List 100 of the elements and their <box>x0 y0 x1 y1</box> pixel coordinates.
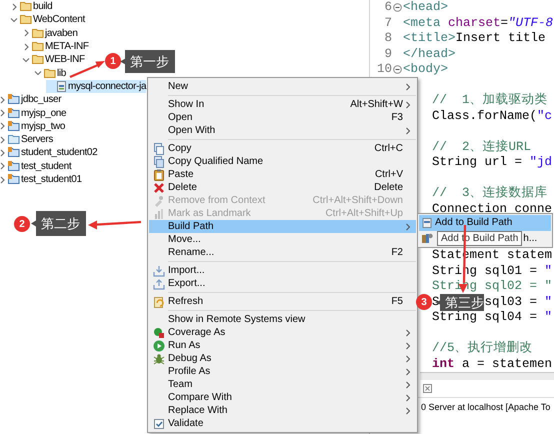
tree-item[interactable]: META-INF <box>22 40 89 54</box>
tree-item[interactable]: build <box>10 0 52 14</box>
menu-item[interactable]: Compare With <box>149 391 416 404</box>
menu-item[interactable]: Rename... F2 <box>149 246 416 259</box>
arrow <box>88 220 142 230</box>
tree-item[interactable]: myjsp_one <box>0 106 66 120</box>
menu-item[interactable]: Export... <box>149 277 416 290</box>
project-icon <box>8 174 20 185</box>
bars-icon <box>152 208 164 220</box>
code-line: //5、执行增删改 <box>432 341 533 356</box>
tree-item[interactable]: javaben <box>22 26 78 40</box>
code-line: Class.forName("c <box>432 108 552 124</box>
shortcut-label: Ctrl+Alt+Shift+Down <box>312 194 403 207</box>
chevron-right-icon[interactable] <box>0 136 6 144</box>
chevron-right-icon[interactable] <box>22 29 30 38</box>
chevron-down-icon[interactable] <box>22 56 30 64</box>
tree-item[interactable]: Servers <box>0 132 54 146</box>
folder-icon <box>20 14 32 26</box>
tree-item[interactable]: lib <box>34 66 66 80</box>
code-line: String url = "jd <box>432 155 552 170</box>
check-icon <box>152 418 164 430</box>
shortcut-label: Alt+Shift+W <box>350 98 403 111</box>
menu-item[interactable]: Build Path <box>149 220 416 233</box>
menu-item[interactable]: Validate <box>149 417 416 430</box>
chevron-right-icon[interactable] <box>10 2 18 11</box>
folder-icon <box>32 28 44 39</box>
tree-item[interactable]: myjsp_two <box>0 120 66 133</box>
jar-icon <box>421 216 433 229</box>
menu-item[interactable]: Copy Ctrl+C <box>149 142 416 155</box>
chevron-right-icon[interactable] <box>22 42 30 51</box>
menu-item[interactable]: Refresh F5 <box>149 295 416 308</box>
code-line: // 1、加载驱动类 <box>432 93 548 108</box>
coverage-icon <box>152 326 164 338</box>
menu-item[interactable]: Copy Qualified Name <box>149 155 416 168</box>
tree-item[interactable]: jdbc_user <box>0 93 62 106</box>
menu-item[interactable]: New <box>149 80 416 93</box>
fold-icon[interactable] <box>393 3 402 12</box>
menu-item[interactable]: Run As <box>149 339 416 352</box>
menu-item[interactable]: Show In Alt+Shift+W <box>149 98 416 111</box>
chevron-down-icon[interactable] <box>10 16 18 24</box>
menu-item[interactable]: Import... <box>149 264 416 277</box>
code-line: <title>Insert title <box>403 31 546 46</box>
chevron-right-icon[interactable] <box>0 176 6 184</box>
shortcut-label: Ctrl+Alt+Shift+Up <box>325 207 403 220</box>
chevron-down-icon[interactable] <box>34 69 42 78</box>
import-icon <box>152 264 164 276</box>
menu-item[interactable]: Delete Delete <box>149 181 416 194</box>
menu-item[interactable]: Move... <box>149 233 416 246</box>
chevron-right-icon[interactable] <box>0 162 6 170</box>
menu-item[interactable]: Coverage As <box>149 326 416 339</box>
tree-item[interactable]: test_student01 <box>0 172 82 186</box>
jar-icon <box>56 80 67 92</box>
code-line: String sql04 = " <box>432 310 552 326</box>
menu-item[interactable]: Paste Ctrl+V <box>149 168 416 181</box>
folder-icon <box>32 41 44 52</box>
chevron-right-icon[interactable] <box>0 148 6 157</box>
clipboard-icon <box>152 168 164 180</box>
menu-item[interactable]: Show in Remote Systems view <box>149 313 416 326</box>
shortcut-label: F3 <box>391 111 403 124</box>
copy-icon <box>152 142 164 154</box>
menu-item[interactable]: Open F3 <box>149 111 416 124</box>
tree-item[interactable]: mysql-connector-ja <box>46 80 146 94</box>
line-number: 9 <box>383 46 392 62</box>
code-line: Connection conne <box>432 202 552 217</box>
close-icon[interactable] <box>422 383 433 394</box>
project-icon <box>8 108 20 119</box>
code-line: <body> <box>403 62 448 78</box>
menu-item[interactable]: Team <box>149 378 416 391</box>
step-number: 2 <box>14 216 30 232</box>
shortcut-label: Ctrl+V <box>374 168 403 181</box>
menu-item[interactable]: Replace With <box>149 404 416 417</box>
code-line: int a = statemen <box>432 356 552 372</box>
tree-item[interactable]: WebContent <box>10 13 85 27</box>
play-icon <box>152 340 164 352</box>
books-icon <box>421 232 433 244</box>
folder-icon <box>20 1 32 12</box>
tree-item[interactable]: test_student <box>0 160 72 173</box>
bug-icon <box>152 352 164 364</box>
callout-label: 第一步 <box>120 50 175 73</box>
tree-item[interactable]: WEB-INF <box>22 53 85 66</box>
code-line: <meta charset="UTF-8 <box>403 16 554 31</box>
line-number: 8 <box>383 31 392 46</box>
menu-item[interactable]: Profile As <box>149 365 416 378</box>
tool-icon <box>152 194 164 206</box>
menu-item[interactable]: Add to Build Path <box>419 215 551 230</box>
line-number: 10 <box>376 62 392 78</box>
menu-item[interactable]: Debug As <box>149 352 416 365</box>
code-line: </head> <box>403 46 456 62</box>
folder-icon <box>8 134 20 146</box>
console-line: 0 Server at localhost [Apache To <box>421 401 550 414</box>
tree-item[interactable]: student_student02 <box>0 146 98 160</box>
line-number: 6 <box>383 0 392 16</box>
chevron-right-icon[interactable] <box>0 109 6 118</box>
fold-icon[interactable] <box>393 65 402 74</box>
scrollbar[interactable] <box>420 372 554 380</box>
shortcut-label: Ctrl+C <box>374 142 403 155</box>
chevron-right-icon[interactable] <box>0 96 6 104</box>
shortcut-label: Delete <box>374 181 403 194</box>
menu-item[interactable]: Open With <box>149 124 416 137</box>
chevron-right-icon[interactable] <box>0 122 6 130</box>
